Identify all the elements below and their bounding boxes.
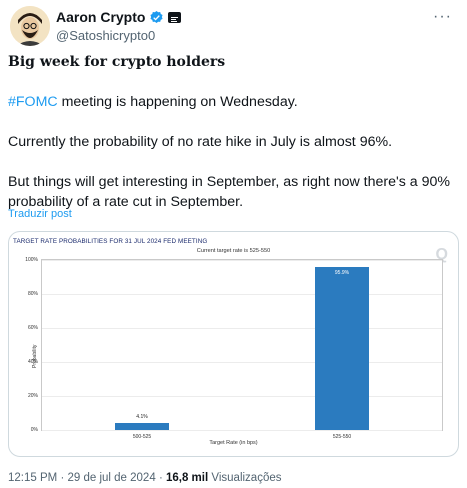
author-handle[interactable]: @Satoshicrypto0 <box>56 28 155 43</box>
tweet-header: Aaron Crypto @Satoshicrypto0 ··· <box>10 6 458 46</box>
grid-line <box>42 430 442 431</box>
y-tick-label: 100% <box>25 257 38 263</box>
tweet-line-1: #FOMC meeting is happening on Wednesday. <box>8 92 458 112</box>
author-name[interactable]: Aaron Crypto <box>56 9 145 25</box>
translate-post-link[interactable]: Traduzir post <box>8 208 72 220</box>
bar-value-label: 4.1% <box>136 414 148 421</box>
affiliate-badge-icon <box>168 11 182 23</box>
y-tick-label: 80% <box>27 291 38 297</box>
tweet-headline: Big week for crypto holders <box>8 54 226 70</box>
y-tick-label: 40% <box>27 359 38 365</box>
grid-line <box>42 396 442 397</box>
bar-value-label: 95.9% <box>334 269 350 276</box>
y-tick-label: 20% <box>27 393 38 399</box>
grid-line <box>42 328 442 329</box>
chart-subtitle: Current target rate is 525-550 <box>196 248 271 254</box>
chart-bar <box>115 423 169 430</box>
grid-line <box>42 362 442 363</box>
grid-line <box>42 260 442 261</box>
chart-bar <box>315 266 369 430</box>
tweet-footer: 12:15 PM · 29 de jul de 2024 · 16,8 mil … <box>8 472 282 484</box>
y-tick-label: 0% <box>30 427 38 433</box>
x-axis-label: Target Rate (in bps) <box>209 440 258 446</box>
separator: · <box>158 472 163 484</box>
chart-title: TARGET RATE PROBABILITIES FOR 31 JUL 202… <box>13 238 208 245</box>
tweet-line-3: But things will get interesting in Septe… <box>8 174 450 210</box>
separator: · <box>60 472 65 484</box>
hashtag-link[interactable]: #FOMC <box>8 94 58 110</box>
verified-badge-icon <box>150 10 164 23</box>
chart-plot-area: Probability 0% 20% 40% 60% 80% 100% 4.1% 500-52… <box>25 257 443 440</box>
tweet-text: Big week for crypto holders #FOMC meetin… <box>8 52 458 212</box>
post-date[interactable]: 29 de jul de 2024 <box>67 472 155 484</box>
grid-line <box>42 294 442 295</box>
name-row: Aaron Crypto <box>56 9 182 25</box>
y-tick-label: 60% <box>27 325 38 331</box>
avatar[interactable] <box>10 6 50 46</box>
post-time[interactable]: 12:15 PM <box>8 472 57 484</box>
more-options-icon[interactable]: ··· <box>433 8 452 26</box>
tweet-line-1-text: meeting is happening on Wednesday. <box>57 94 298 110</box>
views-count: 16,8 mil <box>165 472 209 484</box>
chart-image[interactable]: TARGET RATE PROBABILITIES FOR 31 JUL 202… <box>8 231 459 457</box>
tweet-line-2: Currently the probability of no rate hik… <box>8 134 393 150</box>
views-label: Visualizações <box>211 472 282 484</box>
